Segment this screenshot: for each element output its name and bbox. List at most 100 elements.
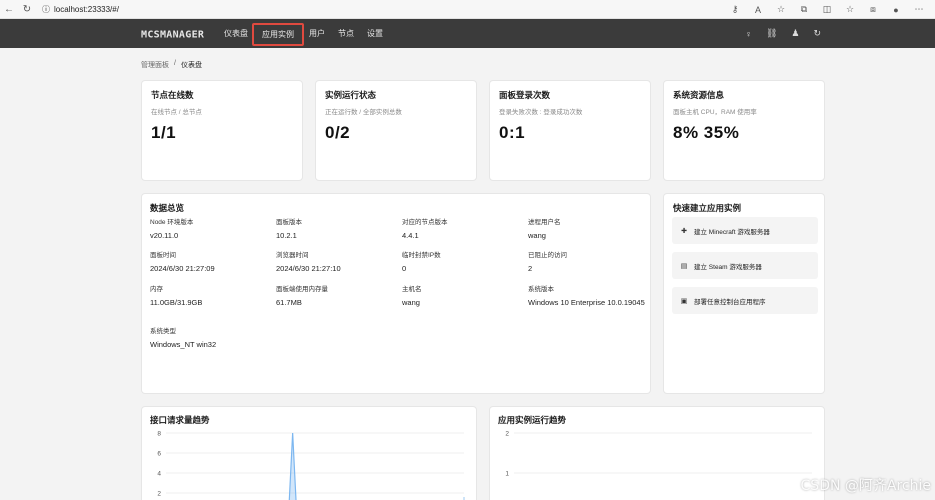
stat-card-instances: 实例运行状态 正在运行数 / 全部实例总数 0/2 <box>315 80 477 181</box>
info-value: Windows 10 Enterprise 10.0.19045 <box>528 298 645 307</box>
info-daemon-version: 对应的节点版本 4.4.1 <box>402 216 526 240</box>
info-value: 10.2.1 <box>276 231 297 240</box>
nav-nodes-label: 节点 <box>338 29 354 38</box>
nav-settings[interactable]: 设置 <box>364 19 386 48</box>
quick-item-label: 建立 Steam 游戏服务器 <box>694 263 762 271</box>
info-value: v20.11.0 <box>150 231 179 240</box>
reload-icon[interactable]: ↻ <box>18 4 36 15</box>
nav-instances[interactable]: 应用实例 <box>252 23 304 46</box>
info-label: 进程用户名 <box>528 219 561 226</box>
info-value: wang <box>402 298 420 307</box>
info-blocked-access: 已阻止的访问 2 <box>528 249 652 273</box>
more-menu-icon[interactable]: ⋯ <box>909 4 929 15</box>
split-screen-icon[interactable]: ◫ <box>817 4 837 15</box>
nav-users-label: 用户 <box>309 29 325 38</box>
logout-icon[interactable]: ↻ <box>813 28 821 39</box>
info-value: wang <box>528 231 546 240</box>
nav-users[interactable]: 用户 <box>306 19 328 48</box>
create-minecraft-button[interactable]: ✚ 建立 Minecraft 游戏服务器 <box>672 217 818 244</box>
server-icon: ▤ <box>680 262 688 270</box>
stat-value: 0:1 <box>499 123 526 142</box>
info-value: 2024/6/30 21:27:10 <box>276 264 341 273</box>
address-bar[interactable]: ⓘ localhost:23333/#/ <box>42 4 119 15</box>
breadcrumb-current: 仪表盘 <box>180 62 202 69</box>
instance-trend-chart: 21 <box>505 431 812 478</box>
site-info-icon[interactable]: ⓘ <box>42 4 50 15</box>
stat-title: 面板登录次数 <box>499 90 551 100</box>
create-steam-button[interactable]: ▤ 建立 Steam 游戏服务器 <box>672 252 818 279</box>
logo-text: MCSMANAGER <box>141 30 205 40</box>
deploy-console-app-button[interactable]: ▣ 部署任意控制台应用程序 <box>672 287 818 314</box>
nav-dashboard[interactable]: 仪表盘 <box>222 19 250 48</box>
info-process-user: 进程用户名 wang <box>528 216 652 240</box>
language-icon[interactable]: ⛓ <box>766 28 777 39</box>
info-label: 已阻止的访问 <box>528 252 567 259</box>
info-label: 浏览器时间 <box>276 252 309 259</box>
info-value: 0 <box>402 264 407 273</box>
read-aloud-icon[interactable]: A <box>748 5 768 15</box>
puzzle-icon: ✚ <box>681 227 687 235</box>
info-label: 临时封禁IP数 <box>402 252 441 259</box>
browser-actions: ⚷ A ☆ ⧉ ◫ ☆ ⧈ ● ⋯ <box>725 0 929 19</box>
info-label: 面板时间 <box>150 252 176 259</box>
info-label: 系统版本 <box>528 286 554 293</box>
info-browser-time: 浏览器时间 2024/6/30 21:27:10 <box>276 249 400 273</box>
theme-icon[interactable]: ♀ <box>745 29 752 39</box>
info-value: 2024/6/30 21:27:09 <box>150 264 215 273</box>
info-value: 4.4.1 <box>402 231 419 240</box>
watermark: CSDN @阿齐Archie <box>800 478 931 494</box>
stat-subtitle: 登录失败次数 : 登录成功次数 <box>499 109 583 116</box>
info-label: 面板版本 <box>276 219 302 226</box>
main-nav: 仪表盘 应用实例 用户 节点 设置 <box>222 19 386 48</box>
request-trend-chart: 8 6 4 2 <box>157 431 465 500</box>
quick-item-label: 部署任意控制台应用程序 <box>694 298 766 306</box>
profile-icon[interactable]: ● <box>886 5 906 15</box>
overview-title: 数据总览 <box>150 203 185 213</box>
info-label: 对应的节点版本 <box>402 219 448 226</box>
key-icon[interactable]: ⚷ <box>725 4 745 15</box>
collections-icon[interactable]: ⧈ <box>863 4 883 15</box>
quick-create-title: 快速建立应用实例 <box>673 203 742 213</box>
y-tick-label: 2 <box>157 491 161 498</box>
favorite-star-icon[interactable]: ☆ <box>771 4 791 15</box>
y-tick-label: 2 <box>505 431 509 438</box>
stat-value: 8% 35% <box>673 123 740 142</box>
y-tick-label: 1 <box>505 471 509 478</box>
stat-title: 实例运行状态 <box>325 90 377 100</box>
info-panel-version: 面板版本 10.2.1 <box>276 216 400 240</box>
info-label: 系统类型 <box>150 328 176 335</box>
mcsmanager-logo[interactable]: MCSMANAGER <box>141 27 211 40</box>
stat-title: 系统资源信息 <box>673 90 725 100</box>
user-icon[interactable]: ♟ <box>791 28 799 39</box>
info-label: Node 环境版本 <box>150 219 194 226</box>
stat-value: 1/1 <box>151 123 177 142</box>
overview-card: 数据总览 Node 环境版本 v20.11.0 面板版本 10.2.1 对应的节点版… <box>141 193 651 394</box>
nav-instances-label: 应用实例 <box>262 30 294 39</box>
breadcrumb-separator: / <box>174 60 176 67</box>
info-os-version: 系统版本 Windows 10 Enterprise 10.0.19045 <box>528 283 648 307</box>
request-trend-card: 接口请求量趋势 8642 <box>141 406 477 500</box>
app-header: MCSMANAGER 仪表盘 应用实例 用户 节点 设置 ♀ ⛓ ♟ ↻ <box>0 19 935 48</box>
nav-dashboard-label: 仪表盘 <box>224 29 248 38</box>
info-label: 主机名 <box>402 286 422 293</box>
address-text: localhost:23333/#/ <box>54 4 119 14</box>
stat-card-logins: 面板登录次数 登录失败次数 : 登录成功次数 0:1 <box>489 80 651 181</box>
browser-toolbar: ← ↻ ⓘ localhost:23333/#/ ⚷ A ☆ ⧉ ◫ ☆ ⧈ ●… <box>0 0 935 19</box>
terminal-icon: ▣ <box>680 297 688 305</box>
info-value: 11.0GB/31.9GB <box>150 298 203 307</box>
back-arrow-icon[interactable]: ← <box>0 4 18 15</box>
stat-card-resources: 系统资源信息 面板主机 CPU，RAM 使用率 8% 35% <box>663 80 825 181</box>
info-banned-ips: 临时封禁IP数 0 <box>402 249 526 273</box>
info-memory: 内存 11.0GB/31.9GB <box>150 283 274 307</box>
stat-card-nodes: 节点在线数 在线节点 / 总节点 1/1 <box>141 80 303 181</box>
breadcrumb-parent[interactable]: 管理面板 <box>141 60 169 70</box>
favorites-icon[interactable]: ☆ <box>840 4 860 15</box>
info-os-type: 系统类型 Windows_NT win32 <box>150 325 274 349</box>
stat-value: 0/2 <box>325 123 351 142</box>
quick-create-card: 快速建立应用实例 ✚ 建立 Minecraft 游戏服务器 ▤ 建立 Steam… <box>663 193 825 394</box>
nav-settings-label: 设置 <box>367 29 383 38</box>
y-tick-label: 4 <box>157 471 161 478</box>
y-tick-label: 8 <box>157 431 161 438</box>
extensions-icon[interactable]: ⧉ <box>794 4 814 15</box>
nav-nodes[interactable]: 节点 <box>335 19 357 48</box>
